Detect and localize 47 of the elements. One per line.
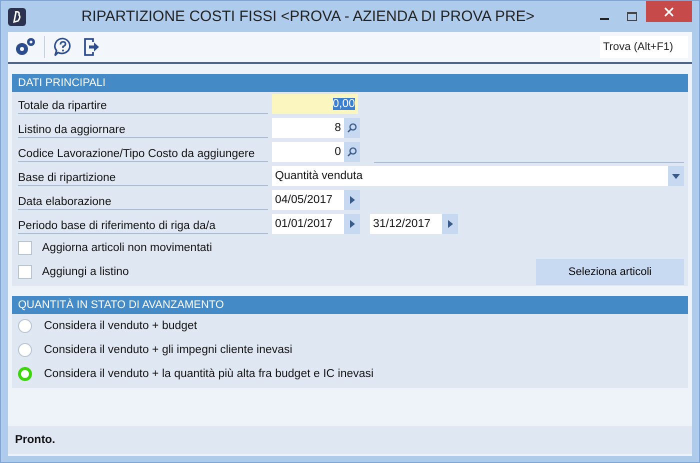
radio-label: Considera il venduto + la quantità più alta fra budget e IC inevasi	[44, 368, 374, 380]
radio-button[interactable]	[18, 319, 32, 333]
maximize-icon	[627, 12, 637, 21]
date-button[interactable]	[344, 190, 360, 210]
radio-button[interactable]	[18, 367, 32, 381]
dropdown-button[interactable]	[668, 166, 684, 186]
date-field[interactable]: 04/05/2017	[272, 190, 344, 210]
section-header: QUANTITÀ IN STATO DI AVANZAMENTO	[12, 296, 688, 314]
date-field[interactable]: 01/01/2017	[272, 214, 344, 234]
app-logo-icon	[8, 8, 26, 26]
input-field[interactable]: 0,00	[272, 94, 358, 114]
date-field[interactable]: 31/12/2017	[370, 214, 442, 234]
window-title: RIPARTIZIONE COSTI FISSI <PROVA - AZIENDA DI PROVA PRE>	[80, 8, 536, 25]
field-label: Base di ripartizione	[18, 166, 268, 186]
date-button[interactable]	[442, 214, 458, 234]
field-label: Codice Lavorazione/Tipo Costo da aggiungere	[18, 142, 268, 162]
field-label: Listino da aggiornare	[18, 118, 268, 138]
radio-button[interactable]	[18, 343, 32, 357]
help-icon	[53, 37, 73, 57]
radio-label: Considera il venduto + budget	[44, 320, 198, 332]
close-button[interactable]	[646, 1, 692, 22]
exit-icon	[83, 37, 101, 57]
search-field[interactable]: Trova (Alt+F1)	[600, 36, 688, 58]
close-icon	[664, 6, 674, 16]
section-header: DATI PRINCIPALI	[12, 74, 688, 92]
checkbox-label: Aggiungi a listino	[42, 266, 130, 278]
search-button[interactable]	[344, 142, 360, 162]
caret-icon	[672, 174, 680, 178]
date-button[interactable]	[344, 214, 360, 234]
status-text: Pronto.	[15, 434, 56, 446]
select-articles-button[interactable]: Seleziona articoli	[536, 259, 684, 285]
input-field[interactable]: 0	[272, 142, 344, 162]
search-button[interactable]	[344, 118, 360, 138]
play-icon	[350, 196, 354, 204]
checkbox-label: Aggiorna articoli non movimentati	[42, 242, 214, 254]
radio-label: Considera il venduto + gli impegni cliente inevasi	[44, 344, 292, 356]
field-label: Periodo base di riferimento di riga da/a	[18, 214, 268, 234]
field-label: Totale da ripartire	[18, 94, 268, 114]
checkbox[interactable]	[18, 241, 32, 255]
checkbox[interactable]	[18, 265, 32, 279]
field-label: Data elaborazione	[18, 190, 268, 210]
play-icon	[448, 220, 452, 228]
search-icon	[347, 147, 357, 157]
input-field[interactable]: 8	[272, 118, 344, 138]
search-icon	[347, 123, 357, 133]
dropdown-field[interactable]: Quantità venduta	[272, 166, 668, 186]
play-icon	[350, 220, 354, 228]
